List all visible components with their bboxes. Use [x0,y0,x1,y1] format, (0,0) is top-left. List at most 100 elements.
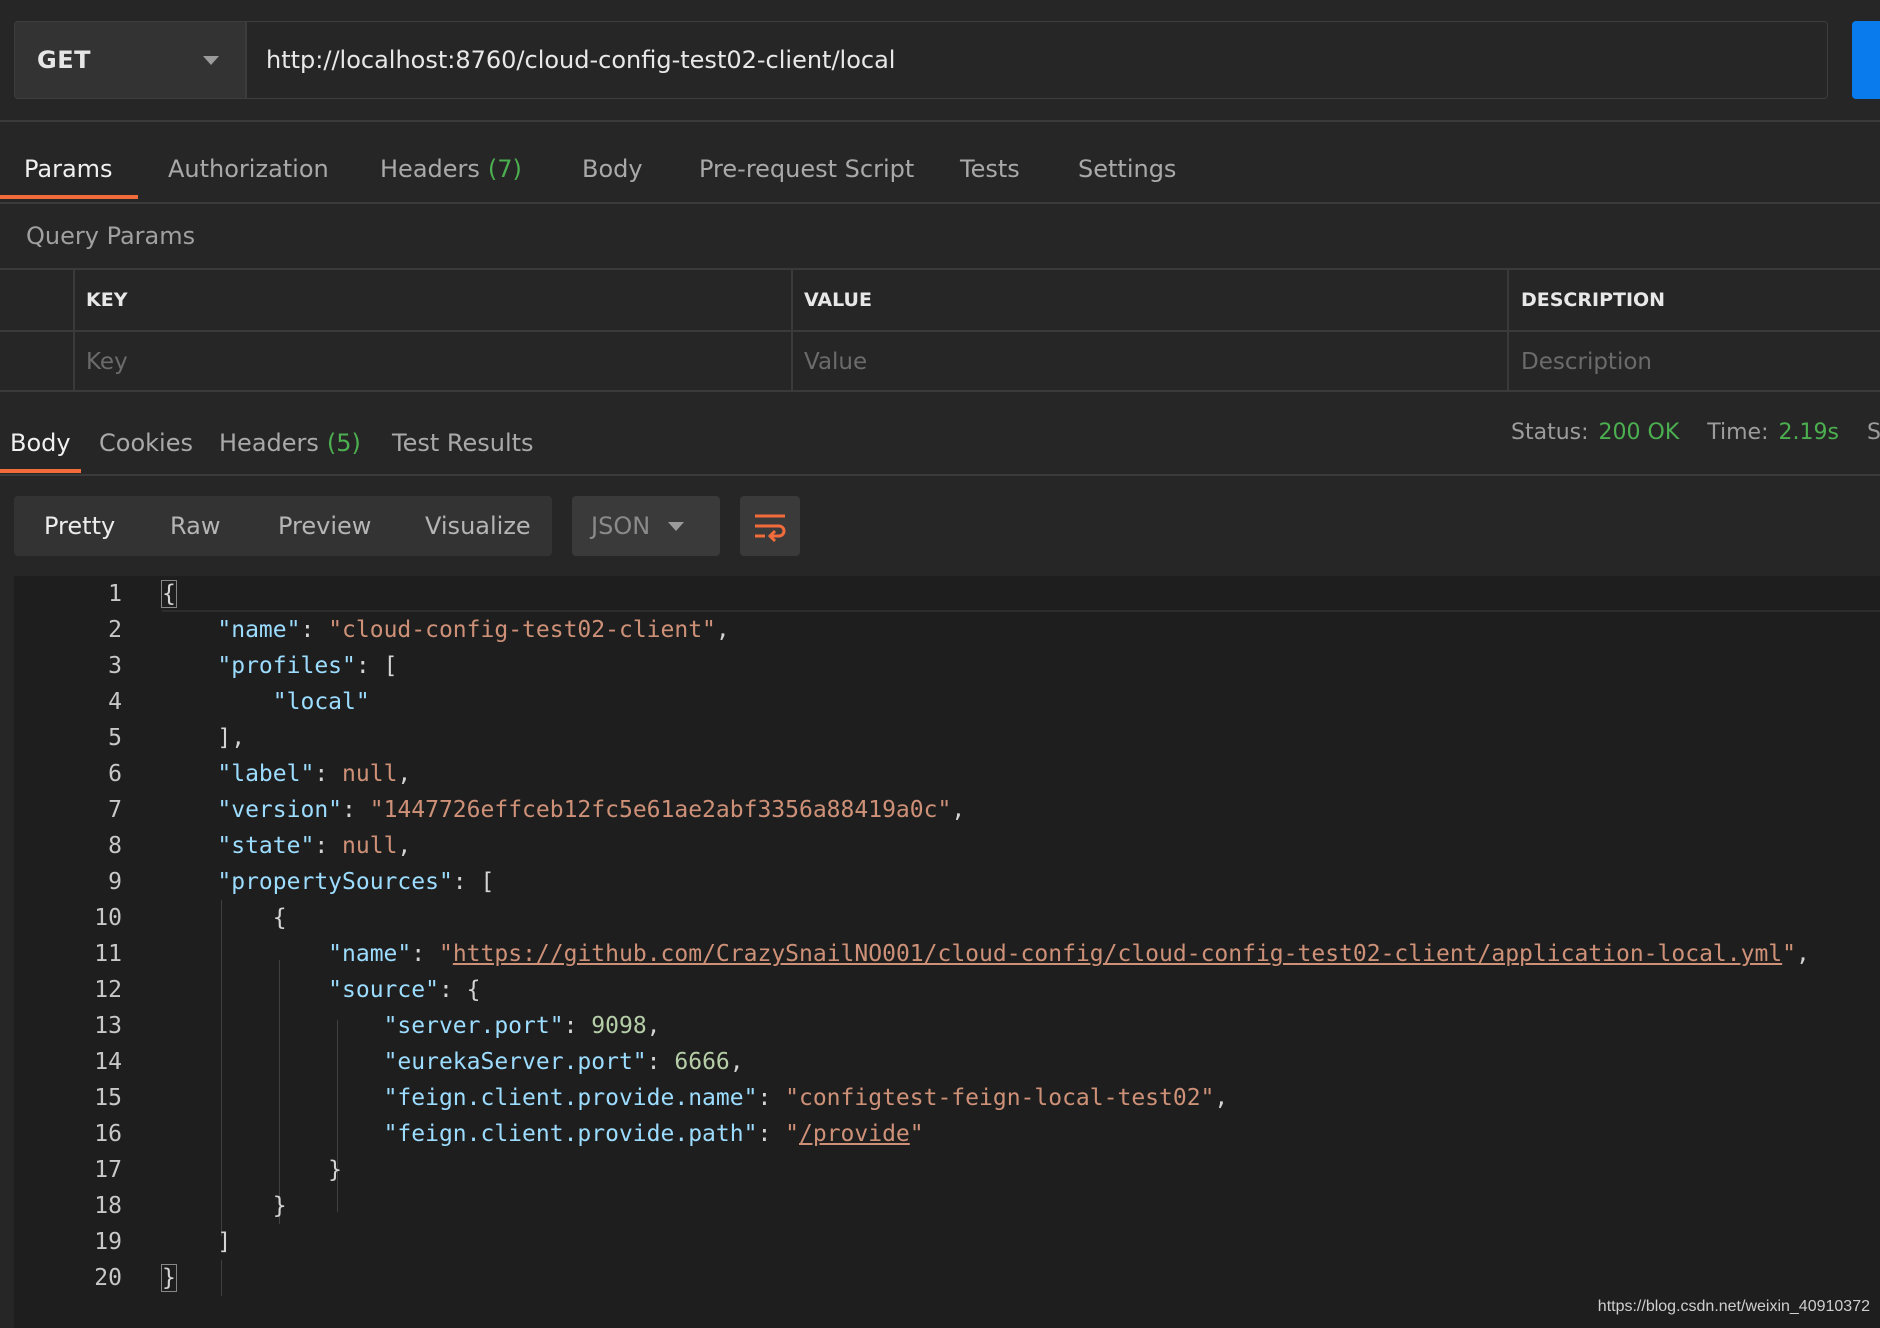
code-text: "eurekaServer.port": 6666, [383,1049,744,1075]
divider [0,120,1880,122]
tab-authorization[interactable]: Authorization [168,136,329,202]
code-text: "state": null, [217,833,412,859]
tab-settings[interactable]: Settings [1078,136,1176,202]
code-text: } [162,1193,287,1219]
line-number: 16 [94,1121,122,1147]
format-select[interactable]: JSON [572,496,720,556]
code-line: 3 "profiles": [ [14,648,1880,684]
line-number: 20 [94,1265,122,1291]
code-line: 15 "feign.client.provide.name": "configt… [14,1080,1880,1116]
time-label: Time: [1707,420,1769,445]
response-status-bar: Status: 200 OK Time: 2.19s Size [1511,420,1880,445]
method-label: GET [37,46,91,74]
code-line: 2 "name": "cloud-config-test02-client", [14,612,1880,648]
code-line: 13 "server.port": 9098, [14,1008,1880,1044]
tab-label: Headers [219,429,319,457]
description-input[interactable]: Description [1509,332,1880,392]
line-number: 4 [108,689,122,715]
code-text: "version": "1447726effceb12fc5e61ae2abf3… [217,797,966,823]
line-number: 13 [94,1013,122,1039]
code-line: 17 } [14,1152,1880,1188]
line-number: 18 [94,1193,122,1219]
table-row: Key Value Description [0,332,1880,392]
code-text: { [161,580,177,608]
method-select[interactable]: GET [14,21,246,99]
tab-body[interactable]: Body [582,136,643,202]
code-line: 7 "version": "1447726effceb12fc5e61ae2ab… [14,792,1880,828]
value-input[interactable]: Value [793,332,1509,392]
raw-button[interactable]: Raw [170,496,220,556]
code-text: ], [162,725,246,751]
code-text: "source": { [328,977,481,1003]
code-text: ] [162,1229,232,1255]
tab-response-headers[interactable]: Headers (5) [219,410,361,476]
code-line: 11 "name": "https://github.com/CrazySnai… [14,936,1880,972]
tab-test-results[interactable]: Test Results [392,410,534,476]
query-params-title: Query Params [26,222,196,250]
code-text: "name": "https://github.com/CrazySnailNO… [328,941,1810,967]
code-line: 19 ] [14,1224,1880,1260]
code-text: "server.port": 9098, [383,1013,661,1039]
tab-label: Body [10,429,71,457]
tab-label: Cookies [99,429,193,457]
code-line: 4 "local" [14,684,1880,720]
value-column-header: VALUE [793,270,1509,330]
chevron-down-icon [203,56,219,65]
wrap-lines-button[interactable] [740,496,800,556]
table-header-row: KEY VALUE DESCRIPTION [0,270,1880,332]
code-text: "propertySources": [ [217,869,495,895]
tab-label: Params [24,155,113,183]
code-text: "feign.client.provide.path": "/provide" [383,1121,924,1147]
description-column-header: DESCRIPTION [1521,289,1666,311]
code-line: 16 "feign.client.provide.path": "/provid… [14,1116,1880,1152]
code-line: 6 "label": null, [14,756,1880,792]
query-params-table: KEY VALUE DESCRIPTION Key Value Descript… [0,268,1880,392]
format-label: JSON [591,512,651,540]
response-body-editor[interactable]: 1{ 2 "name": "cloud-config-test02-client… [14,576,1880,1328]
line-number: 14 [94,1049,122,1075]
tab-label: Headers [380,155,480,183]
code-text: } [162,1157,343,1183]
code-line: 5 ], [14,720,1880,756]
wrap-lines-icon [755,514,786,543]
view-mode-group: Pretty Raw Preview Visualize [14,496,552,556]
code-line: 20} [14,1260,1880,1296]
line-number: 3 [108,653,122,679]
tab-headers[interactable]: Headers (7) [380,136,522,202]
watermark: https://blog.csdn.net/weixin_40910372 [1597,1298,1870,1315]
code-text: { [162,905,287,931]
chevron-down-icon [668,522,684,531]
divider [0,474,1880,476]
line-number: 15 [94,1085,122,1111]
tab-cookies[interactable]: Cookies [99,410,193,476]
line-number: 10 [94,905,122,931]
key-column-header: KEY [75,270,793,330]
size-label: Size [1866,420,1880,445]
code-line: 12 "source": { [14,972,1880,1008]
time-value: 2.19s [1778,420,1839,445]
line-number: 17 [94,1157,122,1183]
pretty-button[interactable]: Pretty [44,496,115,556]
code-line: 9 "propertySources": [ [14,864,1880,900]
code-text: "name": "cloud-config-test02-client", [217,617,730,643]
tab-response-body[interactable]: Body [10,410,71,476]
url-input[interactable]: http://localhost:8760/cloud-config-test0… [246,21,1828,99]
send-button[interactable] [1852,21,1880,99]
key-input[interactable]: Key [75,332,793,392]
tab-tests[interactable]: Tests [960,136,1020,202]
tab-pre-request-script[interactable]: Pre-request Script [699,136,914,202]
tab-count: (5) [326,429,361,457]
tab-label: Settings [1078,155,1177,183]
preview-button[interactable]: Preview [278,496,371,556]
tab-label: Tests [960,155,1020,183]
line-number: 9 [108,869,122,895]
tab-label: Authorization [168,155,329,183]
code-line: 8 "state": null, [14,828,1880,864]
code-text: "label": null, [217,761,412,787]
visualize-button[interactable]: Visualize [425,496,531,556]
line-number: 11 [94,941,122,967]
tab-count: (7) [487,155,522,183]
tab-params[interactable]: Params [24,136,113,202]
active-tab-indicator [0,195,138,199]
status-label: Status: [1511,420,1589,445]
